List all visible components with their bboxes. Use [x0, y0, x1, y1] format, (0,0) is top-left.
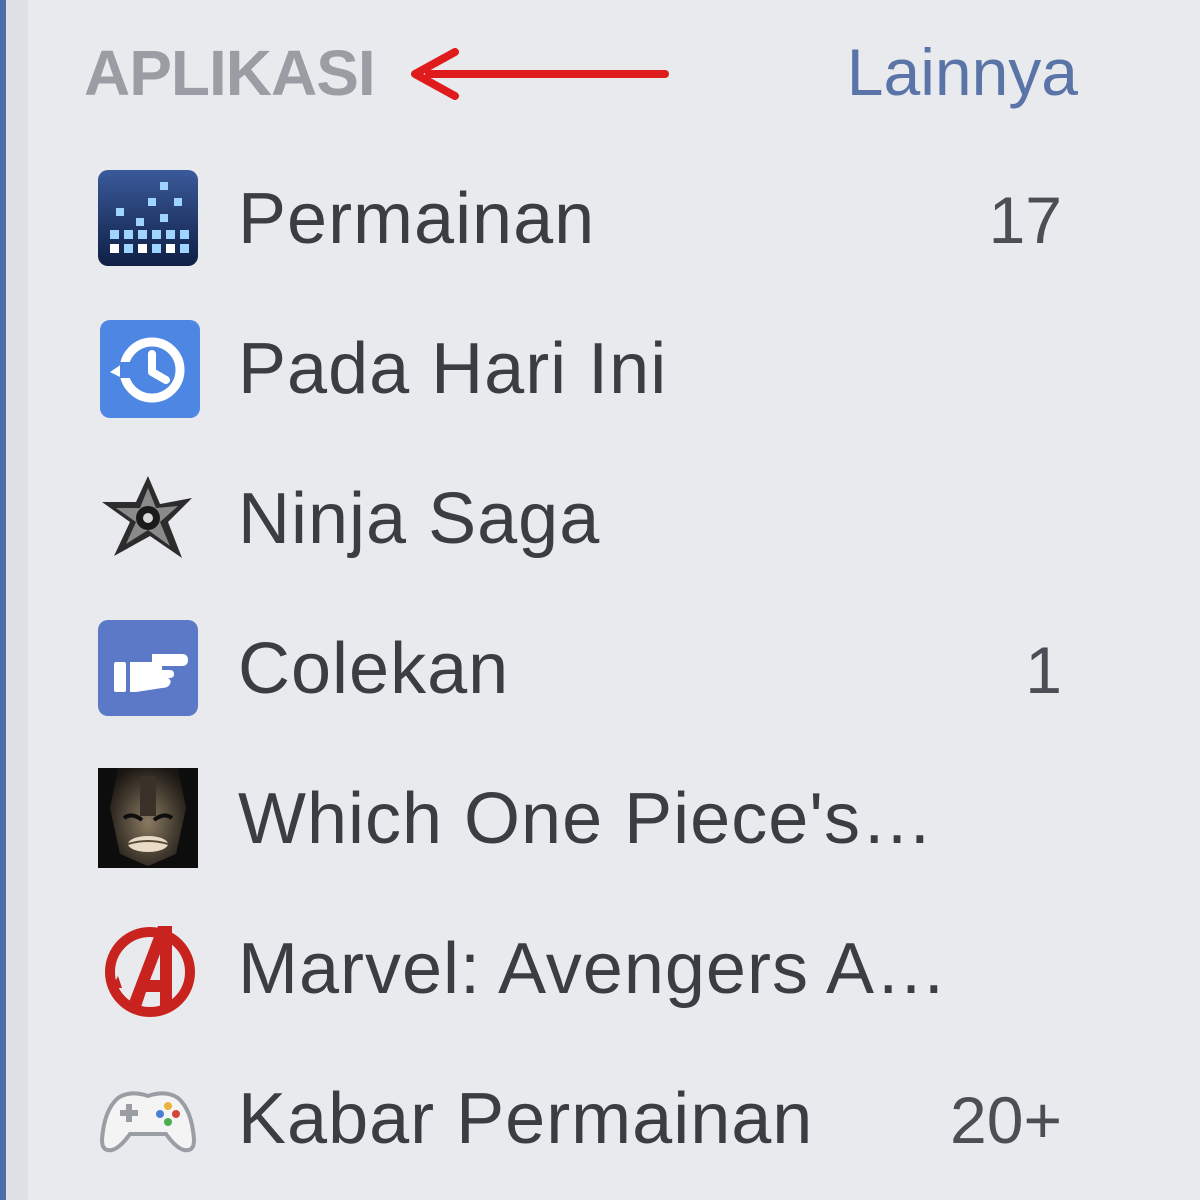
sidebar-left-gutter [6, 0, 28, 1200]
section-title: APLIKASI [84, 37, 376, 109]
section-header: APLIKASI Lainnya [28, 0, 1200, 150]
item-count-badge: 17 [988, 183, 1062, 257]
sidebar-item-label: Kabar Permainan [238, 1079, 814, 1159]
apps-sidebar-section: APLIKASI Lainnya Permainan 17 Pada Hari … [28, 0, 1200, 1200]
red-arrow-annotation-icon [411, 48, 669, 100]
sidebar-item-which-one-piece[interactable]: Which One Piece's… [28, 740, 1200, 890]
sidebar-item-label: Ninja Saga [238, 479, 601, 559]
sidebar-item-label: Pada Hari Ini [238, 329, 668, 409]
sidebar-item-ninja-saga[interactable]: Ninja Saga [28, 440, 1200, 590]
sidebar-item-label: Which One Piece's… [238, 779, 934, 859]
avengers-logo-icon [105, 926, 195, 1017]
game-controller-icon [99, 1091, 197, 1153]
item-count-badge: 1 [1025, 633, 1062, 707]
more-link[interactable]: Lainnya [847, 34, 1078, 110]
sidebar-item-label: Permainan [238, 179, 596, 259]
sidebar-item-kabar-permainan[interactable]: Kabar Permainan 20+ [28, 1040, 1200, 1190]
sidebar-item-marvel-avengers[interactable]: Marvel: Avengers A… [28, 890, 1200, 1040]
one-piece-quiz-icon [98, 768, 198, 868]
sidebar-item-permainan[interactable]: Permainan 17 [28, 140, 1200, 290]
ninja-saga-shuriken-icon [102, 476, 192, 558]
games-grid-icon [98, 170, 198, 266]
poke-hand-icon [98, 620, 198, 716]
item-count-badge: 20+ [950, 1083, 1062, 1157]
sidebar-item-colekan[interactable]: Colekan 1 [28, 590, 1200, 740]
sidebar-item-label: Colekan [238, 629, 510, 709]
sidebar-item-pada-hari-ini[interactable]: Pada Hari Ini [28, 290, 1200, 440]
on-this-day-clock-icon [100, 320, 200, 418]
sidebar-item-label: Marvel: Avengers A… [238, 929, 948, 1009]
